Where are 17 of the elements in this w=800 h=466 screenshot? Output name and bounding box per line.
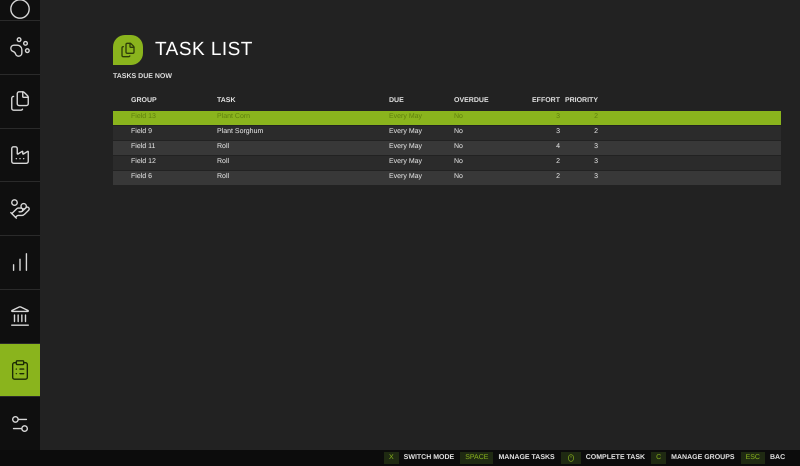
paw-print-icon	[9, 36, 31, 58]
building-icon	[9, 305, 31, 328]
sidebar-item[interactable]	[0, 344, 40, 396]
sidebar-item[interactable]	[0, 21, 40, 74]
sidebar-item[interactable]	[0, 290, 40, 342]
sidebar-item[interactable]	[0, 397, 40, 450]
sidebar-item[interactable]	[0, 128, 40, 182]
factory-icon	[9, 144, 31, 166]
sidebar-item[interactable]	[0, 182, 40, 235]
hand-coins-icon	[9, 198, 31, 220]
page-title: TASK LIST	[155, 38, 253, 62]
sidebar-item[interactable]	[0, 74, 40, 128]
mouse-icon	[566, 454, 575, 462]
sidebar-item[interactable]	[0, 0, 40, 20]
documents-icon	[9, 90, 31, 112]
clipboard-icon	[9, 358, 31, 381]
documents-icon	[120, 42, 136, 58]
